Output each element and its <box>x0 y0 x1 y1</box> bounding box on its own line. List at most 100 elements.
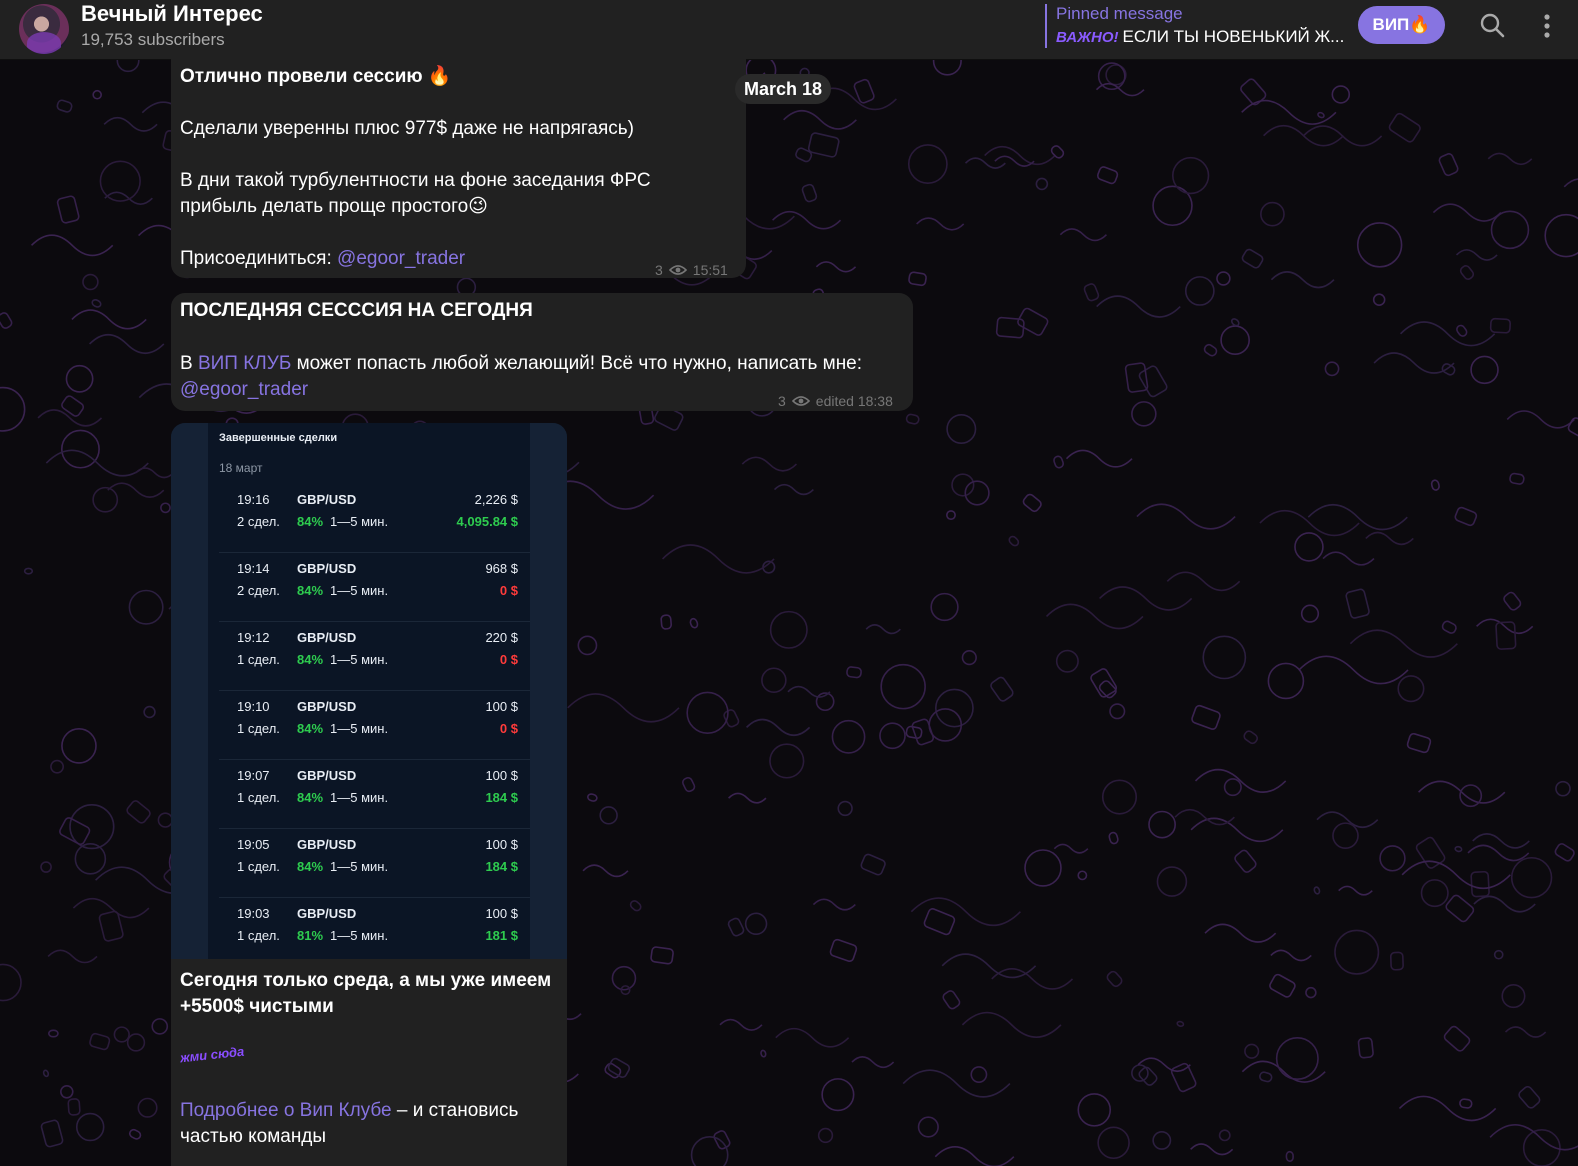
trade-payout: 0 $ <box>499 721 518 736</box>
chat-header: Вечный Интерес 19,753 subscribers Pinned… <box>0 0 1578 60</box>
trade-count: 2 сдел. <box>237 514 280 529</box>
message-caption[interactable]: Сегодня только среда, а мы уже имеем +55… <box>171 959 567 1166</box>
channel-title[interactable]: Вечный Интерес <box>81 1 263 27</box>
trade-amount: 100 $ <box>485 768 518 783</box>
trade-payout: 181 $ <box>485 928 518 943</box>
trade-percent: 84% <box>297 721 324 736</box>
trade-percent: 84% <box>297 514 324 529</box>
trade-duration: 1—5 мин. <box>330 721 389 736</box>
pinned-message-bar[interactable]: Pinned message ВАЖНО! ЕСЛИ ТЫ НОВЕНЬКИЙ Ж… <box>1045 4 1345 48</box>
trade-time: 19:16 <box>237 492 270 507</box>
trade-duration: 1—5 мин. <box>330 859 389 874</box>
text-part: может попасть любой желающий! Всё что ну… <box>291 353 863 374</box>
trade-count: 1 сдел. <box>237 859 280 874</box>
screenshot-title: Завершенные сделки <box>219 432 338 444</box>
text-part: В <box>180 353 198 374</box>
trade-amount: 100 $ <box>485 837 518 852</box>
trade-amount: 100 $ <box>485 699 518 714</box>
trade-duration: 1—5 мин. <box>330 583 389 598</box>
trade-duration: 1—5 мин. <box>330 514 389 529</box>
trades-screenshot[interactable]: Завершенные сделки 18 март 19:16 GBP/USD 2… <box>171 423 567 959</box>
message-title: Отлично провели сессию 🔥 <box>180 66 452 87</box>
trade-time: 19:03 <box>237 906 270 921</box>
caption-text: Подробнее о Вип Клубе – и становись <box>180 1098 518 1124</box>
trade-count: 1 сдел. <box>237 928 280 943</box>
trade-amount: 968 $ <box>485 561 518 576</box>
message-meta: 3 edited 18:38 <box>778 388 893 414</box>
trade-pair: GBP/USD <box>297 837 357 852</box>
trade-duration: 1—5 мин. <box>330 928 389 943</box>
screenshot-edge <box>530 423 567 959</box>
trade-row: 19:12 GBP/USD 220 $ 1 сдел. 84% 1—5 мин. 0 $ <box>219 622 530 691</box>
message-text: прибыль делать проще простого😉 <box>180 196 488 217</box>
trade-duration: 1—5 мин. <box>330 652 389 667</box>
trade-payout: 184 $ <box>485 859 518 874</box>
trade-pair: GBP/USD <box>297 699 357 714</box>
trade-row: 19:10 GBP/USD 100 $ 1 сдел. 84% 1—5 мин. 0 $ <box>219 691 530 760</box>
vip-club-link[interactable]: ВИП КЛУБ <box>198 353 291 374</box>
trade-amount: 220 $ <box>485 630 518 645</box>
trade-percent: 84% <box>297 583 324 598</box>
message-time: 15:51 <box>692 262 728 278</box>
trade-time: 19:07 <box>237 768 270 783</box>
username-link[interactable]: @egoor_trader <box>337 248 465 269</box>
vip-button[interactable]: ВИП🔥 <box>1358 6 1445 44</box>
trade-time: 19:05 <box>237 837 270 852</box>
trade-time: 19:12 <box>237 630 270 645</box>
trade-count: 1 сдел. <box>237 721 280 736</box>
message-text: Присоединиться: @egoor_trader <box>180 246 465 272</box>
trade-row: 19:03 GBP/USD 100 $ 1 сдел. 81% 1—5 мин. 181 $ <box>219 898 530 959</box>
trade-percent: 81% <box>297 928 324 943</box>
pinned-tag: ВАЖНО! <box>1056 29 1119 46</box>
trade-percent: 84% <box>297 790 324 805</box>
trade-count: 2 сдел. <box>237 583 280 598</box>
message-title: ПОСЛЕДНЯЯ СЕСССИЯ НА СЕГОДНЯ <box>180 300 533 321</box>
trade-count: 1 сдел. <box>237 652 280 667</box>
trade-percent: 84% <box>297 859 324 874</box>
pinned-text: ЕСЛИ ТЫ НОВЕНЬКИЙ Ж... <box>1122 27 1345 46</box>
trade-pair: GBP/USD <box>297 561 357 576</box>
trade-row: 19:14 GBP/USD 968 $ 2 сдел. 84% 1—5 мин. 0 $ <box>219 553 530 622</box>
view-count: 3 <box>778 393 786 409</box>
subscriber-count: 19,753 subscribers <box>81 30 225 49</box>
join-label: Присоединиться: <box>180 248 338 269</box>
channel-avatar[interactable] <box>19 4 69 54</box>
click-here-sticker[interactable]: жми сюда <box>179 1039 246 1072</box>
trade-payout: 4,095.84 $ <box>456 514 518 529</box>
trade-amount: 100 $ <box>485 906 518 921</box>
vip-club-info-link[interactable]: Подробнее о Вип Клубе <box>180 1100 392 1121</box>
date-separator: March 18 <box>735 74 831 104</box>
message-text: Сделали уверенны плюс 977$ даже не напря… <box>180 118 634 139</box>
message-bubble[interactable]: Отлично провели сессию 🔥 Сделали уверенн… <box>171 52 746 278</box>
trade-payout: 184 $ <box>485 790 518 805</box>
username-link[interactable]: @egoor_trader <box>180 377 308 403</box>
message-meta: 3 15:51 <box>655 257 728 283</box>
trade-time: 19:10 <box>237 699 270 714</box>
trade-pair: GBP/USD <box>297 492 357 507</box>
screenshot-edge <box>171 423 208 959</box>
trade-percent: 84% <box>297 652 324 667</box>
views-eye-icon <box>668 265 687 275</box>
trade-amount: 2,226 $ <box>474 492 518 507</box>
message-bubble[interactable]: ПОСЛЕДНЯЯ СЕСССИЯ НА СЕГОДНЯ В ВИП КЛУБ … <box>171 293 913 411</box>
more-vertical-icon[interactable] <box>1536 12 1558 40</box>
trade-pair: GBP/USD <box>297 630 357 645</box>
caption-text: частью команды <box>180 1126 327 1147</box>
message-text: В ВИП КЛУБ может попасть любой желающий!… <box>180 351 862 377</box>
message-time: edited 18:38 <box>815 393 893 409</box>
trade-payout: 0 $ <box>499 583 518 598</box>
trade-duration: 1—5 мин. <box>330 790 389 805</box>
trade-row: 19:05 GBP/USD 100 $ 1 сдел. 84% 1—5 мин. 184 $ <box>219 829 530 898</box>
views-eye-icon <box>791 396 810 406</box>
trade-pair: GBP/USD <box>297 906 357 921</box>
pinned-preview: ВАЖНО! ЕСЛИ ТЫ НОВЕНЬКИЙ Ж... <box>1056 24 1345 51</box>
trade-payout: 0 $ <box>499 652 518 667</box>
text-part: – и становись <box>391 1100 519 1121</box>
trade-row: 19:16 GBP/USD 2,226 $ 2 сдел. 84% 1—5 мин. 4,0… <box>219 484 530 553</box>
pinned-label: Pinned message <box>1056 4 1183 23</box>
trade-row: 19:07 GBP/USD 100 $ 1 сдел. 84% 1—5 мин. 184 $ <box>219 760 530 829</box>
view-count: 3 <box>655 262 663 278</box>
screenshot-date: 18 март <box>219 461 263 475</box>
trade-pair: GBP/USD <box>297 768 357 783</box>
search-icon[interactable] <box>1479 12 1505 38</box>
